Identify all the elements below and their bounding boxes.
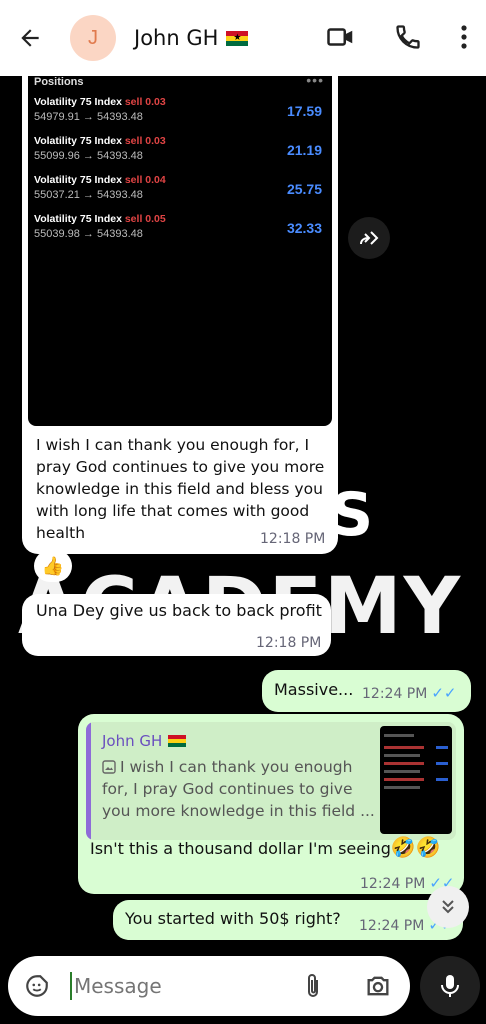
- position-symbol: Volatility 75 Index: [34, 96, 122, 108]
- avatar[interactable]: J: [70, 15, 116, 61]
- positions-screenshot[interactable]: Positions ••• Volatility 75 Index sell 0…: [28, 76, 332, 426]
- message-text: Isn't this a thousand dollar I'm seeing🤣…: [90, 835, 441, 859]
- position-profit: 21.19: [286, 142, 322, 158]
- position-profit: 17.59: [286, 103, 322, 119]
- position-symbol: Volatility 75 Index: [34, 135, 122, 147]
- quoted-message[interactable]: John GH I wish I can thank you enough fo…: [86, 722, 456, 840]
- contact-name-text: John GH: [134, 26, 219, 50]
- incoming-image-message[interactable]: Positions ••• Volatility 75 Index sell 0…: [22, 76, 338, 554]
- message-text: I wish I can thank you enough for, I pra…: [36, 436, 325, 542]
- position-row: Volatility 75 Index sell 0.05 55039.98 →…: [34, 213, 326, 251]
- position-row: Volatility 75 Index sell 0.04 55037.21 →…: [34, 174, 326, 212]
- read-receipt-icon: ✓✓: [431, 684, 457, 702]
- message-composer: [8, 956, 410, 1016]
- position-row: Volatility 75 Index sell 0.03 54979.91 →…: [34, 96, 326, 134]
- position-prices: 55037.21 → 54393.48: [34, 189, 143, 201]
- position-symbol: Volatility 75 Index: [34, 213, 122, 225]
- laughing-emoji: 🤣🤣: [390, 835, 441, 859]
- position-side: sell 0.03: [124, 135, 166, 147]
- position-profit: 25.75: [286, 181, 322, 197]
- voice-message-button[interactable]: [420, 956, 480, 1016]
- message-text: Massive...: [274, 680, 354, 699]
- position-symbol: Volatility 75 Index: [34, 174, 122, 186]
- positions-menu-dots: •••: [306, 76, 324, 88]
- message-text: You started with 50$ right?: [125, 909, 341, 928]
- quote-text: I wish I can thank you enough for, I pra…: [102, 758, 375, 820]
- video-call-icon[interactable]: [326, 22, 356, 52]
- position-row: Volatility 75 Index sell 0.03 55099.96 →…: [34, 135, 326, 173]
- chat-header: J John GH ★: [0, 0, 486, 76]
- message-text: Una Dey give us back to back profit: [36, 601, 322, 620]
- positions-title: Positions: [34, 76, 84, 88]
- microphone-icon: [441, 975, 459, 997]
- attach-icon[interactable]: [302, 972, 324, 1000]
- ghana-flag-icon: ★: [226, 30, 249, 46]
- position-prices: 54979.91 → 54393.48: [34, 111, 143, 123]
- quote-thumbnail: [380, 726, 452, 834]
- quote-accent-bar: [86, 722, 91, 840]
- outgoing-message[interactable]: Massive... 12:24 PM ✓✓: [262, 670, 471, 712]
- ghana-flag-icon: [168, 735, 187, 747]
- position-side: sell 0.05: [124, 213, 166, 225]
- reaction-badge[interactable]: 👍: [34, 550, 72, 582]
- outgoing-reply-message[interactable]: John GH I wish I can thank you enough fo…: [78, 714, 464, 894]
- message-input-caret: [70, 972, 72, 1000]
- message-input[interactable]: [74, 968, 294, 1004]
- position-prices: 55039.98 → 54393.48: [34, 228, 143, 240]
- scroll-to-bottom-button[interactable]: [427, 886, 469, 928]
- image-icon: [102, 760, 116, 774]
- avatar-initial: J: [88, 26, 98, 49]
- forward-button[interactable]: [348, 217, 390, 259]
- position-profit: 32.33: [286, 220, 322, 236]
- more-options-icon[interactable]: [460, 24, 468, 50]
- message-time: 12:18 PM: [256, 635, 322, 651]
- message-time: 12:24 PM✓✓: [362, 684, 457, 702]
- contact-name[interactable]: John GH ★: [134, 26, 249, 50]
- sticker-icon[interactable]: [24, 973, 50, 999]
- quote-author: John GH: [102, 732, 187, 750]
- position-prices: 55099.96 → 54393.48: [34, 150, 143, 162]
- message-time: 12:18 PM: [260, 531, 326, 547]
- arrow-left-icon: [21, 29, 39, 47]
- position-side: sell 0.04: [124, 174, 166, 186]
- camera-icon[interactable]: [364, 972, 392, 1000]
- outgoing-message[interactable]: You started with 50$ right? 12:24 PM✓✓: [113, 900, 463, 940]
- incoming-message[interactable]: Una Dey give us back to back profit 12:1…: [22, 594, 331, 656]
- position-side: sell 0.03: [124, 96, 166, 108]
- phone-call-icon[interactable]: [394, 23, 422, 51]
- chevron-double-down-icon: [442, 900, 454, 914]
- forward-icon: [360, 231, 379, 245]
- back-button[interactable]: [0, 0, 60, 76]
